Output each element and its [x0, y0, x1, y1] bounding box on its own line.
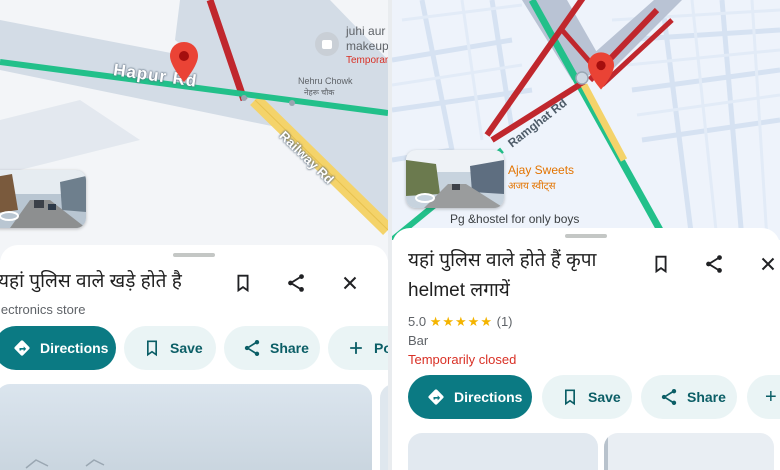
share-icon — [244, 340, 260, 356]
status-badge: Temporarily closed — [408, 352, 517, 367]
plus-icon — [350, 342, 362, 354]
place-title: यहां पुलिस वाले खड़े होते है — [0, 271, 182, 292]
save-icon-button[interactable] — [643, 246, 679, 282]
directions-icon — [428, 389, 444, 405]
place-photo[interactable] — [0, 384, 372, 470]
close-button[interactable] — [332, 265, 368, 301]
right-screenshot: Ramghat Rd Ajay Sweets अजय स्वीट्स Pg &h… — [392, 0, 780, 470]
place-title: यहां पुलिस वाले होते हैं कृपा helmet लगा… — [408, 250, 597, 301]
map-view[interactable]: Hapur Rd Railway Rd juhi aur makeup Temp… — [0, 0, 388, 260]
post-label: Pos — [374, 340, 388, 356]
place-category: lectronics store — [0, 302, 86, 317]
sheet-handle[interactable] — [565, 234, 607, 238]
street-view-thumbnail[interactable] — [406, 150, 504, 208]
place-category: Bar — [408, 333, 429, 348]
place-sheet: यहां पुलिस वाले खड़े होते है lectronics … — [0, 245, 388, 470]
share-icon-button[interactable] — [696, 246, 732, 282]
share-icon — [661, 389, 677, 405]
save-button[interactable]: Save — [542, 375, 632, 419]
share-icon — [288, 274, 304, 292]
share-icon-button[interactable] — [278, 265, 314, 301]
poi-label-ajay-hi: अजय स्वीट्स — [508, 181, 556, 192]
poi-label-ajay[interactable]: Ajay Sweets — [508, 163, 574, 177]
left-screenshot: Hapur Rd Railway Rd juhi aur makeup Temp… — [0, 0, 388, 470]
map-pin-icon[interactable] — [588, 52, 614, 90]
close-icon — [343, 276, 357, 290]
share-label: Share — [687, 389, 726, 405]
add-button[interactable]: + — [747, 375, 780, 419]
review-count: (1) — [496, 314, 513, 329]
post-button[interactable]: Pos — [328, 326, 388, 370]
share-button[interactable]: Share — [224, 326, 320, 370]
poi-label-pg-hostel[interactable]: Pg &hostel for only boys — [450, 212, 579, 226]
save-label: Save — [588, 389, 621, 405]
save-icon-button[interactable] — [225, 265, 261, 301]
rotate-360-icon — [414, 192, 436, 204]
save-button[interactable]: Save — [124, 326, 216, 370]
poi-label-juhi[interactable]: juhi aur — [346, 24, 385, 38]
share-label: Share — [270, 340, 309, 356]
street-view-thumbnail[interactable] — [0, 170, 86, 228]
close-icon — [761, 257, 775, 271]
map-view[interactable]: Ramghat Rd Ajay Sweets अजय स्वीट्स Pg &h… — [392, 0, 780, 240]
plus-icon: + — [765, 385, 777, 408]
place-photo[interactable] — [408, 433, 598, 470]
sheet-handle[interactable] — [173, 253, 215, 257]
poi-label-nehru[interactable]: Nehru Chowk — [298, 76, 353, 86]
directions-label: Directions — [454, 389, 523, 405]
map-pin-icon[interactable] — [170, 42, 198, 82]
bookmark-icon — [565, 389, 575, 406]
place-sheet: यहां पुलिस वाले होते हैं कृपा helmet लगा… — [392, 228, 780, 470]
poi-label-nehru-hi: नेहरू चौक — [304, 88, 335, 97]
place-photo-2[interactable] — [380, 384, 388, 470]
place-photo-2[interactable] — [604, 433, 774, 470]
directions-icon — [14, 340, 30, 356]
close-button[interactable] — [750, 246, 780, 282]
save-label: Save — [170, 340, 203, 356]
bookmark-icon — [237, 274, 249, 293]
bookmark-icon — [147, 340, 157, 357]
rating-row[interactable]: 5.0 ★★★★★ (1) — [408, 314, 513, 330]
bookmark-icon — [655, 255, 667, 274]
star-rating-icon: ★★★★★ — [429, 314, 493, 329]
directions-label: Directions — [40, 340, 109, 356]
rating-value: 5.0 — [408, 314, 427, 329]
poi-label-juhi-status: Temporar — [346, 55, 388, 66]
share-button[interactable]: Share — [641, 375, 737, 419]
directions-button[interactable]: Directions — [408, 375, 532, 419]
rotate-360-icon — [0, 210, 20, 222]
poi-label-juhi-sub: makeup — [346, 39, 388, 53]
share-icon — [706, 255, 722, 273]
directions-button[interactable]: Directions — [0, 326, 116, 370]
